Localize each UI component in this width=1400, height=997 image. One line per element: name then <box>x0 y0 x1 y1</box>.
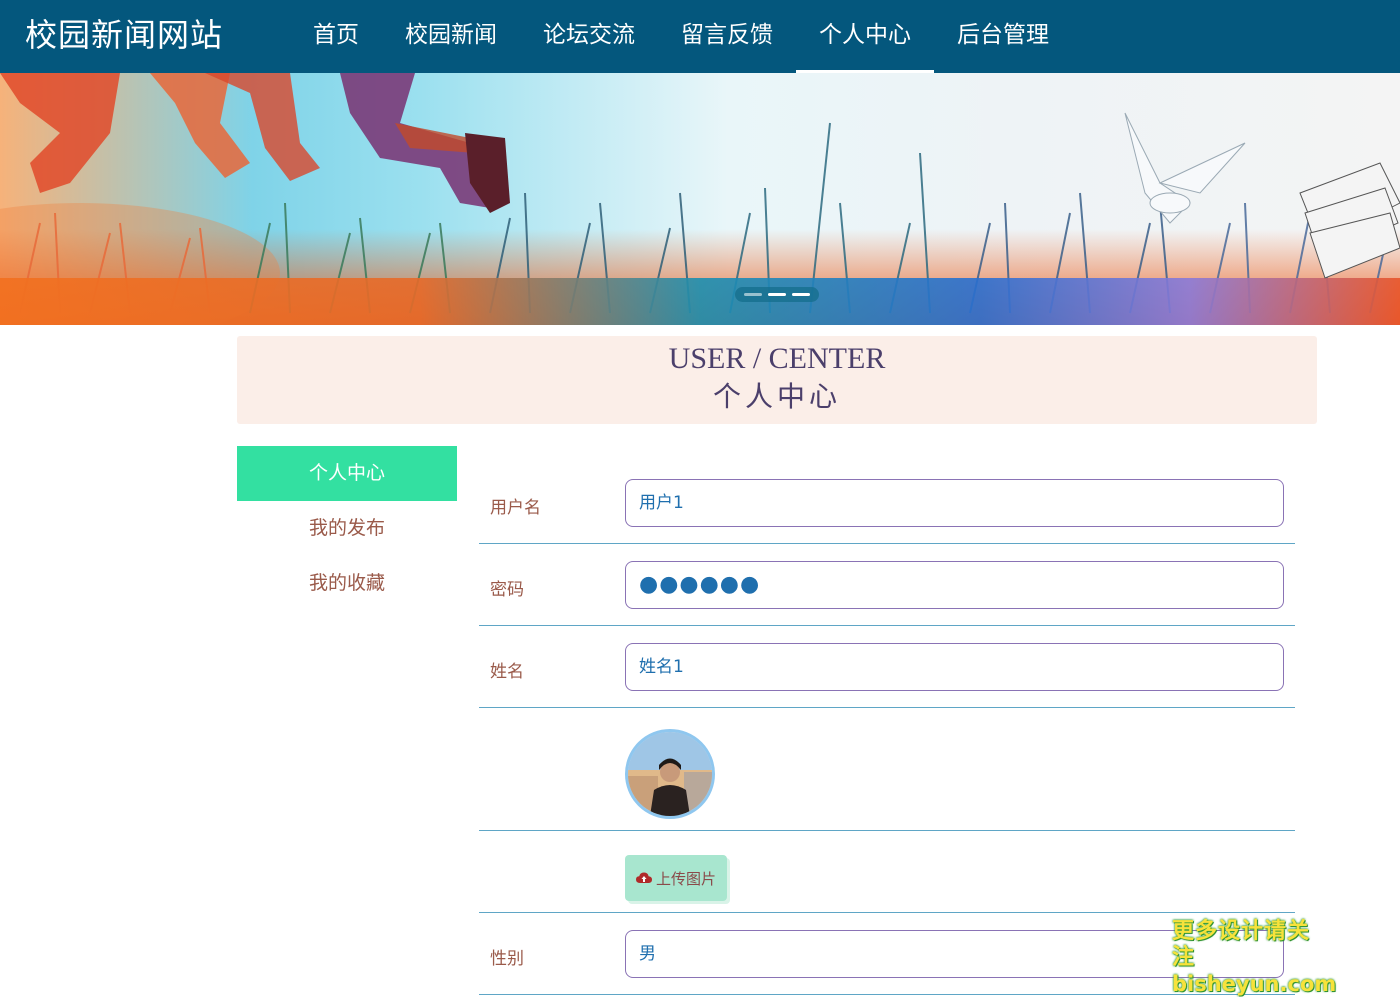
carousel-dot[interactable] <box>744 293 762 296</box>
nav-item-campus-news[interactable]: 校园新闻 <box>382 0 520 73</box>
password-input[interactable]: ●●●●●● <box>625 561 1284 609</box>
watermark-line-2: bisheyun.com <box>1172 971 1332 997</box>
section-title-en: USER / CENTER <box>237 336 1317 377</box>
username-input[interactable]: 用户1 <box>625 479 1284 527</box>
form-row-name: 姓名 姓名1 <box>479 626 1295 708</box>
profile-form: 用户名 用户1 密码 ●●●●●● 姓名 姓名1 <box>479 462 1295 995</box>
nav-item-admin[interactable]: 后台管理 <box>934 0 1072 73</box>
main-nav: 首页 校园新闻 论坛交流 留言反馈 个人中心 后台管理 <box>290 0 1072 73</box>
nav-item-forum[interactable]: 论坛交流 <box>520 0 658 73</box>
side-menu-item-user-center[interactable]: 个人中心 <box>237 446 457 501</box>
watermark-line-1: 更多设计请关注 <box>1172 919 1332 971</box>
nav-item-user-center[interactable]: 个人中心 <box>796 0 934 73</box>
section-title-box: USER / CENTER 个人中心 <box>237 336 1317 424</box>
section-title-cn: 个人中心 <box>237 377 1317 417</box>
upload-image-label: 上传图片 <box>656 868 716 889</box>
form-row-username: 用户名 用户1 <box>479 462 1295 544</box>
side-menu-item-my-posts[interactable]: 我的发布 <box>237 501 457 556</box>
cloud-upload-icon <box>636 872 652 884</box>
nav-item-home[interactable]: 首页 <box>290 0 382 73</box>
site-title[interactable]: 校园新闻网站 <box>25 14 223 56</box>
dove-illustration <box>1125 113 1245 223</box>
password-label: 密码 <box>490 575 524 600</box>
watermark: 更多设计请关注 bisheyun.com <box>1172 919 1332 997</box>
nav-item-feedback[interactable]: 留言反馈 <box>658 0 796 73</box>
user-center-menu: 个人中心 我的发布 我的收藏 <box>237 446 457 611</box>
name-input[interactable]: 姓名1 <box>625 643 1284 691</box>
avatar <box>625 729 715 819</box>
form-row-avatar <box>479 708 1295 831</box>
side-menu-item-my-favorites[interactable]: 我的收藏 <box>237 556 457 611</box>
carousel-dot-active[interactable] <box>768 293 786 296</box>
top-nav-bar: 校园新闻网站 首页 校园新闻 论坛交流 留言反馈 个人中心 后台管理 <box>0 0 1400 73</box>
banner-carousel[interactable] <box>0 73 1400 325</box>
upload-image-button[interactable]: 上传图片 <box>625 855 727 901</box>
form-row-upload: 上传图片 <box>479 831 1295 913</box>
carousel-indicators <box>735 287 819 302</box>
avatar-photo <box>628 732 712 816</box>
username-label: 用户名 <box>490 493 541 518</box>
banner-illustration <box>0 73 1400 325</box>
carousel-dot[interactable] <box>792 293 810 296</box>
name-label: 姓名 <box>490 657 524 682</box>
form-row-password: 密码 ●●●●●● <box>479 544 1295 626</box>
book-illustration <box>1300 163 1400 278</box>
gender-label: 性别 <box>490 944 524 969</box>
